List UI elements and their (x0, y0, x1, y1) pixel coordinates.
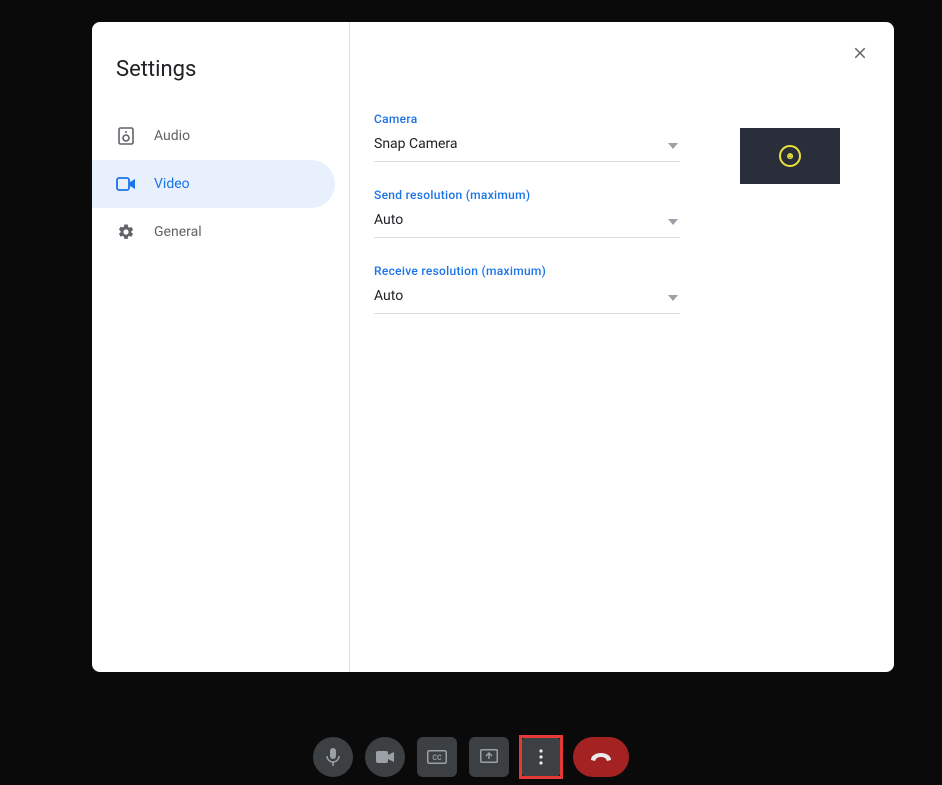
camera-label: Camera (374, 112, 864, 126)
send-resolution-value: Auto (374, 212, 403, 228)
receive-resolution-dropdown[interactable]: Auto (374, 278, 680, 314)
svg-text:CC: CC (432, 754, 442, 762)
more-vertical-icon (539, 749, 543, 765)
settings-modal: Settings Audio Video General Camera (92, 22, 894, 672)
more-options-wrapper (521, 737, 561, 777)
camera-button[interactable] (365, 737, 405, 777)
chevron-down-icon (668, 286, 678, 305)
sidebar-item-label: Video (154, 176, 190, 192)
preview-avatar-icon: ☻ (779, 145, 801, 167)
cc-icon: CC (427, 750, 447, 764)
microphone-icon (326, 748, 340, 766)
video-icon (376, 751, 394, 763)
more-options-button[interactable] (521, 737, 561, 777)
present-icon (480, 749, 498, 765)
camera-dropdown[interactable]: Snap Camera (374, 126, 680, 162)
hangup-button[interactable] (573, 737, 629, 777)
send-resolution-dropdown[interactable]: Auto (374, 202, 680, 238)
sidebar-item-label: General (154, 224, 202, 240)
sidebar-item-general[interactable]: General (92, 208, 335, 256)
speaker-icon (116, 127, 136, 145)
receive-resolution-value: Auto (374, 288, 403, 304)
gear-icon (116, 223, 136, 241)
chevron-down-icon (668, 134, 678, 153)
settings-content: Camera Snap Camera Send resolution (maxi… (350, 22, 894, 672)
close-button[interactable] (851, 44, 869, 66)
close-icon (851, 44, 869, 62)
camera-value: Snap Camera (374, 136, 458, 152)
send-resolution-label: Send resolution (maximum) (374, 188, 864, 202)
present-button[interactable] (469, 737, 509, 777)
video-icon (116, 177, 136, 191)
receive-resolution-setting: Receive resolution (maximum) Auto (374, 264, 864, 314)
settings-sidebar: Settings Audio Video General (92, 22, 350, 672)
camera-preview: ☻ (740, 128, 840, 184)
chevron-down-icon (668, 210, 678, 229)
sidebar-item-video[interactable]: Video (92, 160, 335, 208)
sidebar-item-label: Audio (154, 128, 190, 144)
captions-button[interactable]: CC (417, 737, 457, 777)
settings-title: Settings (92, 42, 349, 112)
mute-button[interactable] (313, 737, 353, 777)
meeting-toolbar: CC (0, 737, 942, 777)
send-resolution-setting: Send resolution (maximum) Auto (374, 188, 864, 238)
hangup-icon (589, 752, 613, 762)
receive-resolution-label: Receive resolution (maximum) (374, 264, 864, 278)
sidebar-item-audio[interactable]: Audio (92, 112, 335, 160)
